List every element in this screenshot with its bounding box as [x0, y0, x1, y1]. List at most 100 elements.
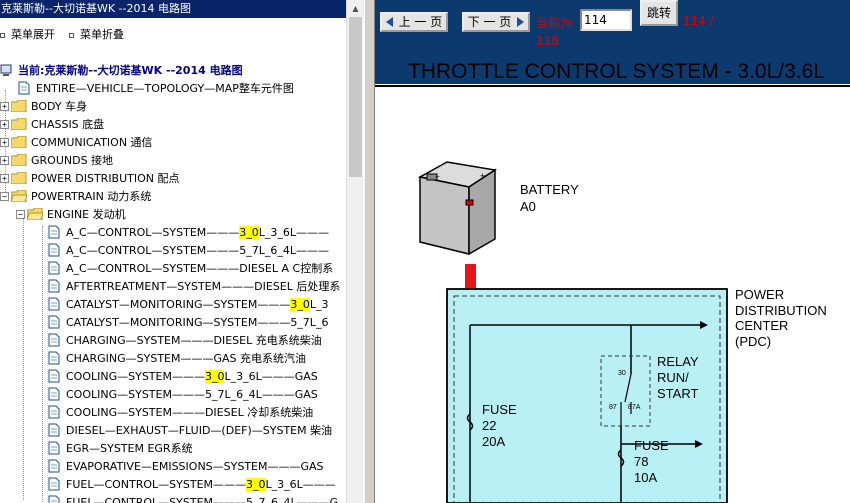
tree-item-label: ENGINE 发动机	[47, 208, 126, 221]
tree-item-chassis[interactable]: + CHASSIS 底盘	[0, 116, 104, 134]
tree-item-communication[interactable]: + COMMUNICATION 通信	[0, 134, 153, 152]
prev-page-label: 上 一 页	[398, 15, 443, 29]
document-icon	[48, 315, 60, 329]
tree-item-body[interactable]: + BODY 车身	[0, 98, 87, 116]
tree-item-power-distribution[interactable]: + POWER DISTRIBUTION 配点	[0, 170, 180, 188]
expand-toggle-icon[interactable]: +	[0, 155, 9, 165]
tree-item-document[interactable]: COOLING—SYSTEM———3_0L_3_6L———GAS	[48, 368, 318, 386]
open-folder-icon	[11, 190, 27, 202]
document-icon	[48, 351, 60, 365]
expand-toggle-icon[interactable]: +	[0, 101, 9, 111]
prev-page-button[interactable]: 上 一 页	[380, 12, 448, 32]
go-to-page-button[interactable]: 跳转	[640, 0, 678, 26]
tree-item-label-pre: COOLING—SYSTEM———5_7L_6_4L———GAS	[66, 388, 318, 401]
tree-item-document[interactable]: DIESEL—EXHAUST—FLUID—(DEF)—SYSTEM 柴油	[48, 422, 332, 440]
tree-item-document[interactable]: FUEL—CONTROL—SYSTEM———5_7_6_4L———G	[48, 494, 338, 503]
tree-item-label-pre: CHARGING—SYSTEM———DIESEL 充电系统柴油	[66, 334, 322, 347]
expand-icon	[0, 32, 5, 38]
battery-cable	[465, 264, 476, 288]
tree-guide-line	[42, 226, 43, 503]
tree-item-label: ENTIRE—VEHICLE—TOPOLOGY—MAP整车元件图	[36, 82, 294, 95]
battery-icon: − +	[417, 161, 498, 256]
tree-item-label-pre: AFTERTREATMENT—SYSTEM———DIESEL 后处理系	[66, 280, 341, 293]
fuse-78-number: 78	[634, 454, 648, 469]
tree-item-engine[interactable]: − ENGINE 发动机	[16, 206, 126, 224]
tree-item-document[interactable]: CATALYST—MONITORING—SYSTEM———5_7L_6	[48, 314, 328, 332]
expand-toggle-icon[interactable]: +	[0, 173, 9, 183]
tree-item-label: GROUNDS 接地	[31, 154, 114, 167]
folder-icon	[11, 100, 27, 112]
tree-guide-line	[23, 210, 24, 500]
document-icon	[48, 459, 60, 473]
tree-item-document[interactable]: A_C—CONTROL—SYSTEM———DIESEL A C控制系	[48, 260, 333, 278]
tree-item-label-pre: CHARGING—SYSTEM———GAS 充电系统汽油	[66, 352, 307, 365]
tree-title: 克莱斯勒--大切诺基WK --2014 电路图	[1, 2, 191, 15]
computer-icon	[0, 64, 12, 76]
diagram-title: THROTTLE CONTROL SYSTEM - 3.0L/3.6L	[408, 60, 825, 83]
document-icon	[48, 279, 60, 293]
tree-item-label: COMMUNICATION 通信	[31, 136, 153, 149]
scroll-thumb[interactable]	[349, 17, 362, 177]
collapse-menu-button[interactable]: 菜单折叠	[69, 26, 124, 42]
wiring-diagram-svg: THROTTLE CONTROL SYSTEM - 3.0L/3.6L − + …	[375, 60, 850, 503]
expand-toggle-icon[interactable]: +	[0, 137, 9, 147]
battery-code: A0	[520, 199, 536, 214]
document-icon	[48, 405, 60, 419]
document-icon	[48, 423, 60, 437]
panel-divider[interactable]	[364, 0, 375, 503]
tree-root[interactable]: 当前:克莱斯勒--大切诺基WK --2014 电路图	[0, 62, 243, 80]
document-icon	[48, 225, 60, 239]
folder-icon	[11, 118, 27, 130]
tree-item-document[interactable]: CATALYST—MONITORING—SYSTEM———3_0L_3	[48, 296, 328, 314]
collapse-icon	[69, 32, 74, 38]
tree-item-document[interactable]: FUEL—CONTROL—SYSTEM———3_0L_3_6L———	[48, 476, 336, 494]
pdc-label-4: (PDC)	[735, 334, 771, 349]
pdc-label-2: DISTRIBUTION	[735, 303, 827, 318]
tree-item-label-pre: A_C—CONTROL—SYSTEM———5_7L_6_4L———	[66, 244, 330, 257]
tree-item-grounds[interactable]: + GROUNDS 接地	[0, 152, 113, 170]
tree-item-document[interactable]: A_C—CONTROL—SYSTEM———3_0L_3_6L———	[48, 224, 329, 242]
tree-item-document[interactable]: CHARGING—SYSTEM———GAS 充电系统汽油	[48, 350, 306, 368]
collapse-toggle-icon[interactable]: −	[16, 209, 25, 219]
tree-item-entire[interactable]: ENTIRE—VEHICLE—TOPOLOGY—MAP整车元件图	[18, 80, 294, 98]
next-page-label: 下 一 页	[467, 15, 512, 29]
tree-item-document[interactable]: CHARGING—SYSTEM———DIESEL 充电系统柴油	[48, 332, 322, 350]
scroll-up-arrow-icon[interactable]: ▲	[347, 0, 364, 17]
current-page-label: 当前为	[536, 16, 573, 30]
viewer-panel: 上 一 页 下 一 页 当前为 跳转 114 / 118 THROTTLE CO…	[375, 0, 850, 503]
tree-item-document[interactable]: EGR—SYSTEM EGR系统	[48, 440, 193, 458]
page-count-a: 114 /	[683, 14, 714, 28]
tree-item-label-post: L_3_6L———	[265, 478, 336, 491]
tree-item-label: BODY 车身	[31, 100, 88, 113]
expand-menu-button[interactable]: 菜单展开	[0, 26, 55, 42]
relay-pin-30: 30	[618, 370, 626, 377]
tree-item-document[interactable]: COOLING—SYSTEM———5_7L_6_4L———GAS	[48, 386, 318, 404]
battery-label: BATTERY	[520, 182, 579, 197]
svg-text:−: −	[435, 172, 440, 181]
fuse-22-label: FUSE	[482, 402, 517, 417]
document-icon	[18, 81, 30, 95]
pdc-label-1: POWER	[735, 287, 784, 302]
collapse-menu-label: 菜单折叠	[80, 28, 124, 41]
tree-item-label-pre: EGR—SYSTEM EGR系统	[66, 442, 193, 455]
tree-item-label-post: L_3	[309, 298, 329, 311]
tree-item-document[interactable]: COOLING—SYSTEM———DIESEL 冷却系统柴油	[48, 404, 313, 422]
page-number-input[interactable]	[580, 9, 632, 31]
expand-toggle-icon[interactable]: +	[0, 119, 9, 129]
document-icon	[48, 387, 60, 401]
tree-scrollbar[interactable]: ▲	[346, 0, 364, 503]
tree-item-document[interactable]: AFTERTREATMENT—SYSTEM———DIESEL 后处理系	[48, 278, 340, 296]
search-highlight: 3_0	[239, 226, 259, 239]
fuse-22-rating: 20A	[482, 434, 505, 449]
tree-panel: 克莱斯勒--大切诺基WK --2014 电路图 菜单展开 菜单折叠 当前:克莱斯…	[0, 0, 364, 503]
tree-item-document[interactable]: EVAPORATIVE—EMISSIONS—SYSTEM———GAS	[48, 458, 324, 476]
next-page-button[interactable]: 下 一 页	[462, 12, 530, 32]
collapse-toggle-icon[interactable]: −	[0, 191, 9, 201]
tree-root-label: 当前:克莱斯勒--大切诺基WK --2014 电路图	[18, 64, 243, 77]
search-highlight: 3_0	[290, 298, 310, 311]
tree-item-document[interactable]: A_C—CONTROL—SYSTEM———5_7L_6_4L———	[48, 242, 329, 260]
document-icon	[48, 243, 60, 257]
pdc-label-3: CENTER	[735, 318, 788, 333]
tree-item-powertrain[interactable]: − POWERTRAIN 动力系统	[0, 188, 151, 206]
wiring-diagram: THROTTLE CONTROL SYSTEM - 3.0L/3.6L − + …	[375, 60, 850, 503]
